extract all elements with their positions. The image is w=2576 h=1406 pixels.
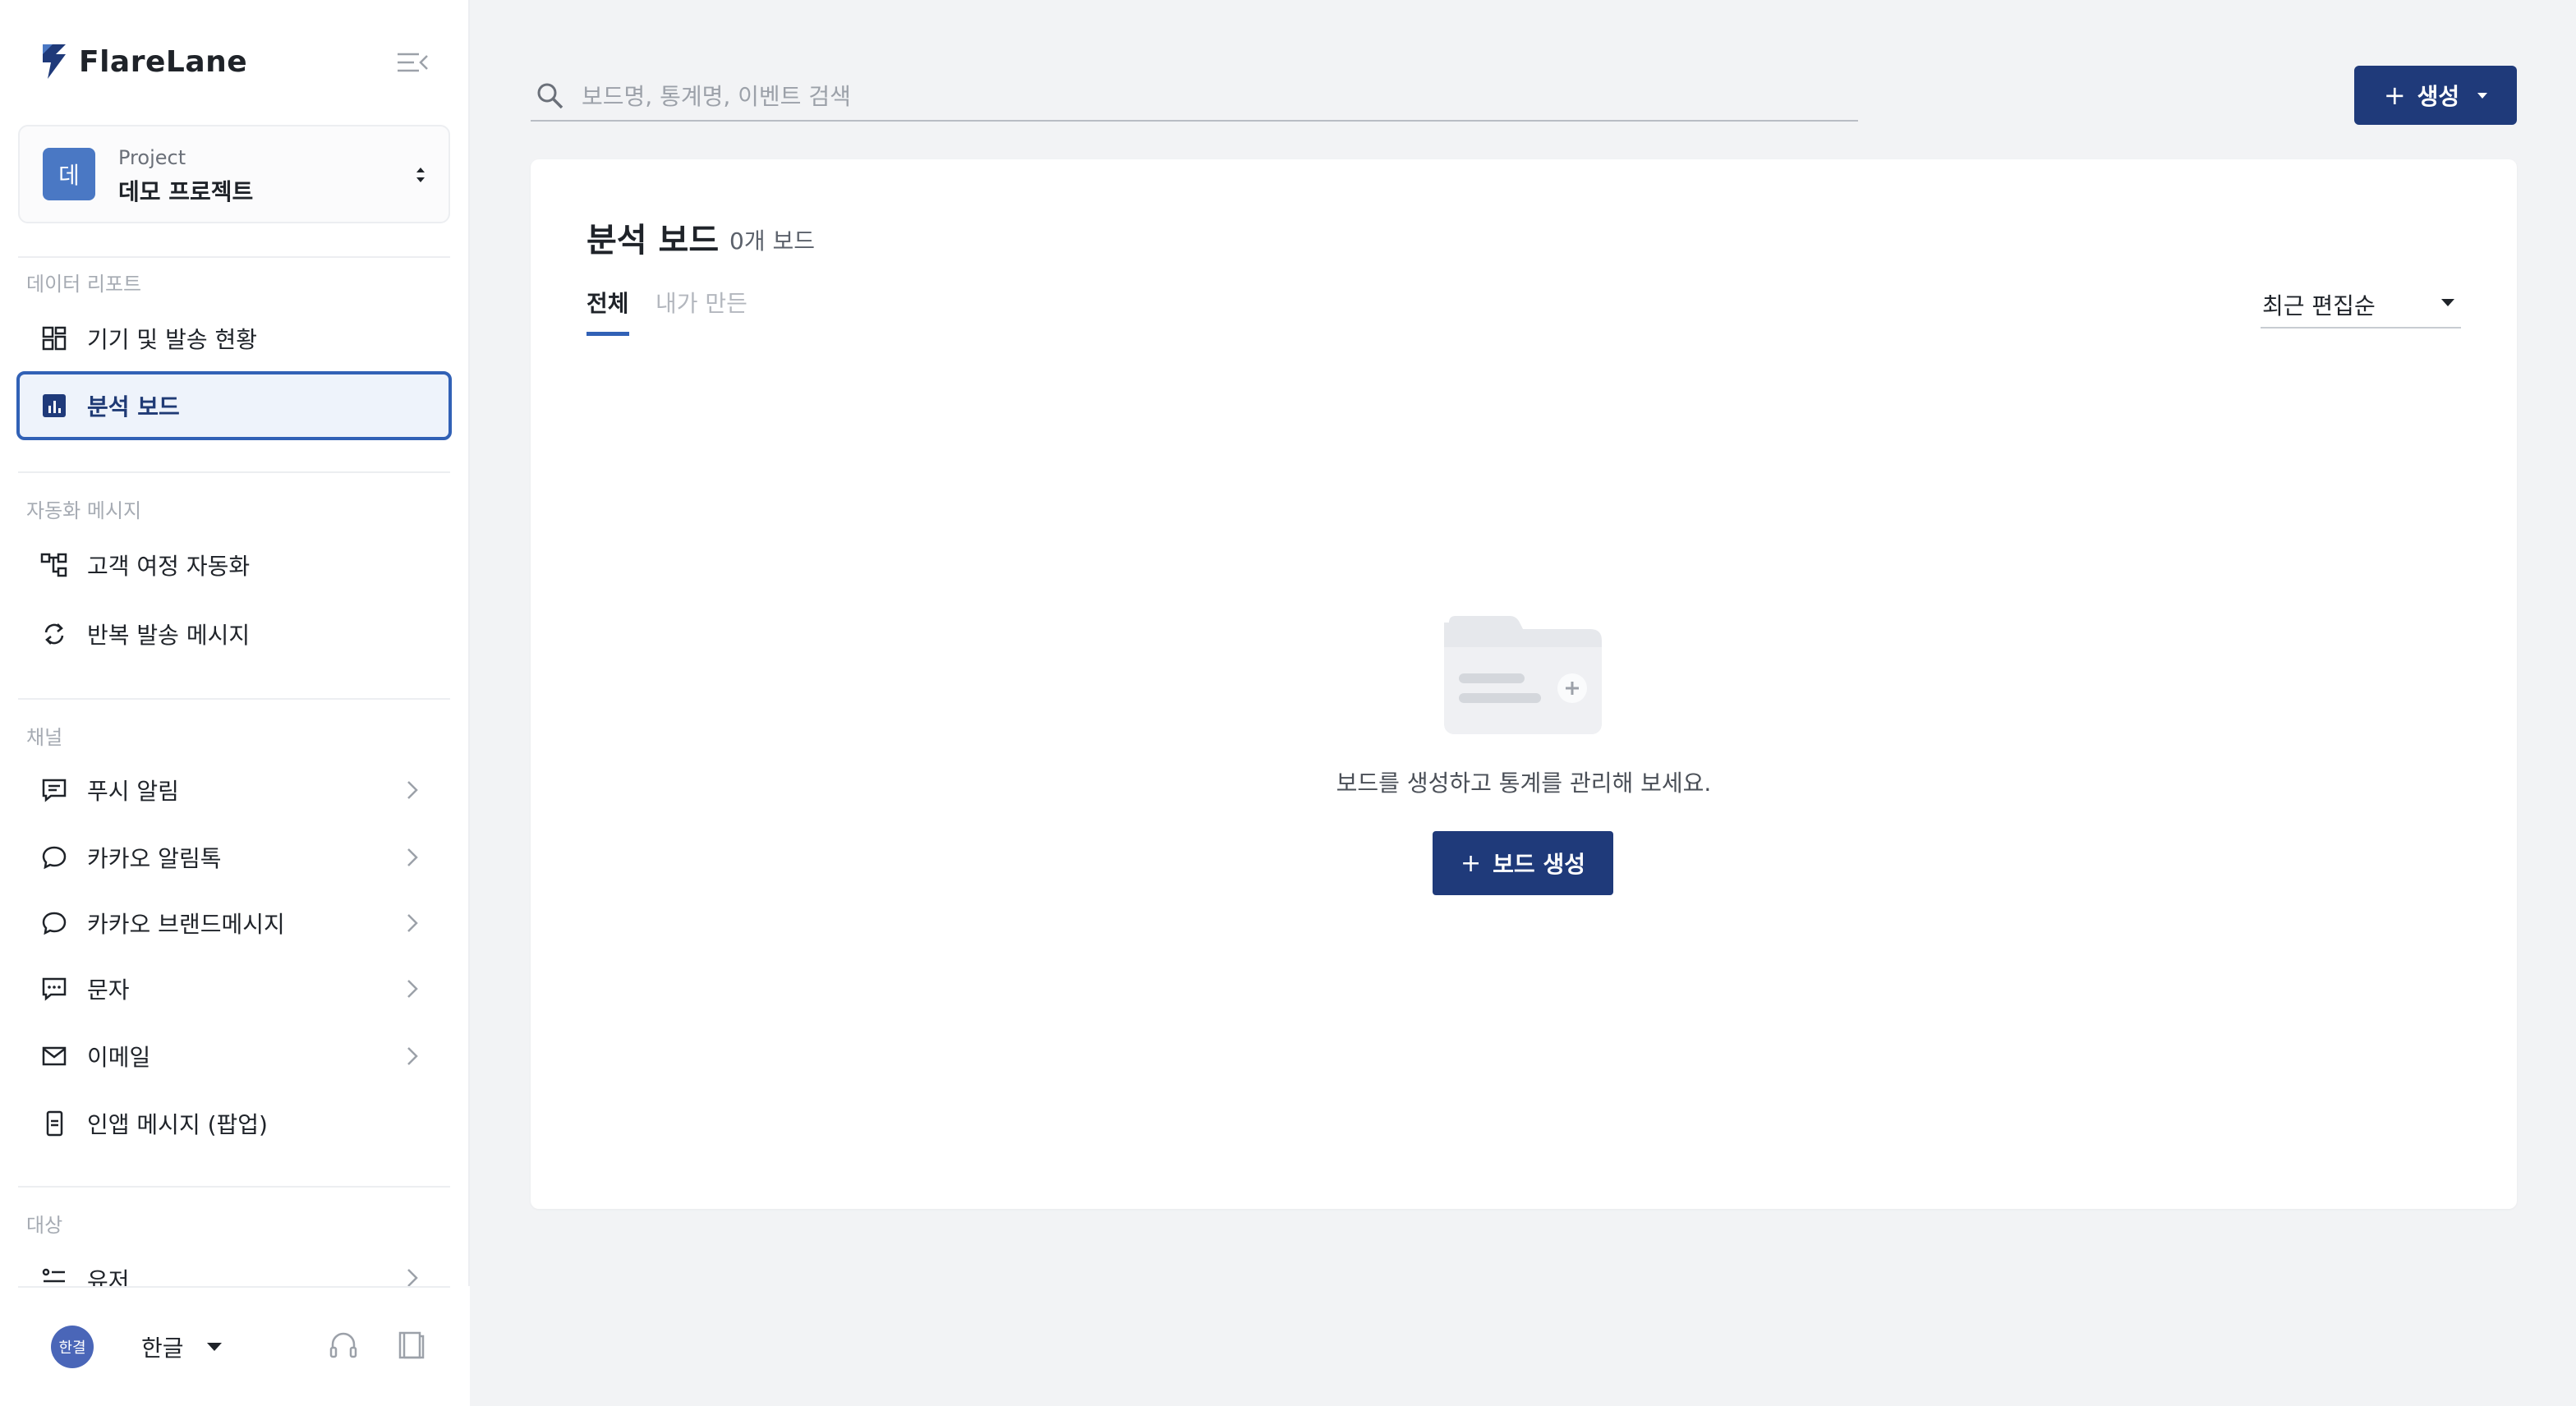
sidebar-item-label: 이메일	[87, 1044, 151, 1071]
chevron-right-icon	[407, 848, 418, 866]
sort-updown-icon	[416, 168, 425, 182]
sidebar-item-push[interactable]: 푸시 알림	[16, 756, 452, 825]
sidebar: FlareLane 데 Project 데모 프로젝트 데이터 리포트 기기 및…	[0, 0, 470, 1406]
create-button-label: 생성	[2417, 83, 2460, 110]
sidebar-item-kakao-brand-message[interactable]: 카카오 브랜드메시지	[16, 889, 452, 958]
sidebar-item-in-app-message[interactable]: 인앱 메시지 (팝업)	[16, 1089, 452, 1158]
create-button[interactable]: + 생성	[2354, 66, 2517, 125]
chevron-right-icon	[407, 980, 418, 998]
sidebar-item-label: 고객 여정 자동화	[87, 553, 251, 580]
sidebar-item-label: 반복 발송 메시지	[87, 622, 251, 649]
empty-state-message: 보드를 생성하고 통계를 관리해 보세요.	[1336, 770, 1712, 797]
section-title-audience: 대상	[26, 1214, 63, 1237]
board-list-card: 분석 보드 0개 보드 전체 내가 만든 최근 편집순 보드를 생성하고 통계를…	[531, 159, 2517, 1209]
sidebar-item-sms[interactable]: 문자	[16, 954, 452, 1023]
chevron-right-icon	[407, 1269, 418, 1286]
create-board-button[interactable]: + 보드 생성	[1433, 831, 1613, 895]
empty-folder-icon	[1444, 616, 1602, 734]
caret-down-icon	[2441, 299, 2454, 306]
project-selector[interactable]: 데 Project 데모 프로젝트	[18, 125, 450, 223]
in-app-icon	[39, 1109, 69, 1138]
sidebar-item-label: 카카오 알림톡	[87, 845, 222, 872]
section-title-automation: 자동화 메시지	[26, 499, 142, 522]
chat-bubble-icon	[39, 843, 69, 872]
sidebar-item-label: 기기 및 발송 현황	[87, 326, 258, 353]
bar-chart-icon	[39, 391, 69, 420]
chevron-right-icon	[407, 914, 418, 932]
project-name: 데모 프로젝트	[118, 178, 254, 205]
search-bar	[531, 72, 1858, 122]
sidebar-item-analytics-board[interactable]: 분석 보드	[16, 371, 452, 440]
tab-all[interactable]: 전체	[586, 286, 629, 336]
sidebar-item-email[interactable]: 이메일	[16, 1022, 452, 1091]
chevron-right-icon	[407, 1047, 418, 1065]
sidebar-item-recurring-message[interactable]: 반복 발송 메시지	[16, 600, 452, 669]
brand-logo[interactable]: FlareLane	[41, 43, 247, 80]
sidebar-divider	[18, 256, 450, 258]
flarelane-logo-icon	[43, 44, 66, 79]
sidebar-item-label: 푸시 알림	[87, 778, 179, 805]
sidebar-item-device-report[interactable]: 기기 및 발송 현황	[16, 304, 452, 373]
chat-bubble-icon	[39, 908, 69, 938]
search-icon	[537, 83, 564, 109]
sidebar-divider	[18, 698, 450, 700]
user-avatar[interactable]: 한결	[51, 1326, 94, 1368]
sidebar-item-label: 유저	[87, 1267, 130, 1286]
sort-select-value: 최근 편집순	[2262, 292, 2376, 319]
push-message-icon	[39, 775, 69, 805]
caret-down-icon	[2477, 92, 2488, 99]
sidebar-item-users[interactable]: 유저	[16, 1245, 452, 1286]
create-board-label: 보드 생성	[1493, 851, 1585, 878]
grid-icon	[39, 324, 69, 353]
sidebar-divider	[18, 1186, 450, 1188]
docs-book-icon[interactable]	[394, 1329, 427, 1362]
language-selector[interactable]: 한글	[141, 1330, 222, 1363]
section-title-data-report: 데이터 리포트	[26, 273, 142, 296]
sidebar-item-customer-journey[interactable]: 고객 여정 자동화	[16, 531, 452, 600]
sidebar-item-label: 인앱 메시지 (팝업)	[87, 1111, 268, 1138]
page-title: 분석 보드	[586, 222, 720, 260]
tab-mine[interactable]: 내가 만든	[656, 286, 748, 332]
plus-icon: +	[2383, 80, 2406, 111]
search-input[interactable]	[582, 82, 1814, 110]
project-avatar: 데	[43, 148, 95, 200]
language-label: 한글	[141, 1335, 184, 1362]
sms-icon	[39, 974, 69, 1004]
sidebar-item-kakao-alimtalk[interactable]: 카카오 알림톡	[16, 823, 452, 892]
headset-icon[interactable]	[327, 1329, 360, 1362]
mail-icon	[39, 1041, 69, 1071]
section-title-channel: 채널	[26, 726, 63, 749]
repeat-icon	[39, 619, 69, 649]
sidebar-divider	[18, 471, 450, 473]
sidebar-item-label: 문자	[87, 976, 130, 1004]
sidebar-item-label: 분석 보드	[87, 393, 180, 420]
brand-name: FlareLane	[79, 44, 248, 79]
journey-icon	[39, 550, 69, 580]
user-list-icon	[39, 1263, 69, 1286]
collapse-sidebar-icon[interactable]	[394, 46, 430, 79]
sidebar-divider	[18, 1286, 450, 1288]
caret-down-icon	[206, 1343, 222, 1351]
plus-icon: +	[1460, 848, 1482, 878]
project-kicker: Project	[118, 146, 186, 169]
board-count: 0개 보드	[729, 227, 815, 255]
sort-select[interactable]: 최근 편집순	[2261, 283, 2461, 329]
chevron-right-icon	[407, 781, 418, 799]
sidebar-item-label: 카카오 브랜드메시지	[87, 911, 285, 938]
